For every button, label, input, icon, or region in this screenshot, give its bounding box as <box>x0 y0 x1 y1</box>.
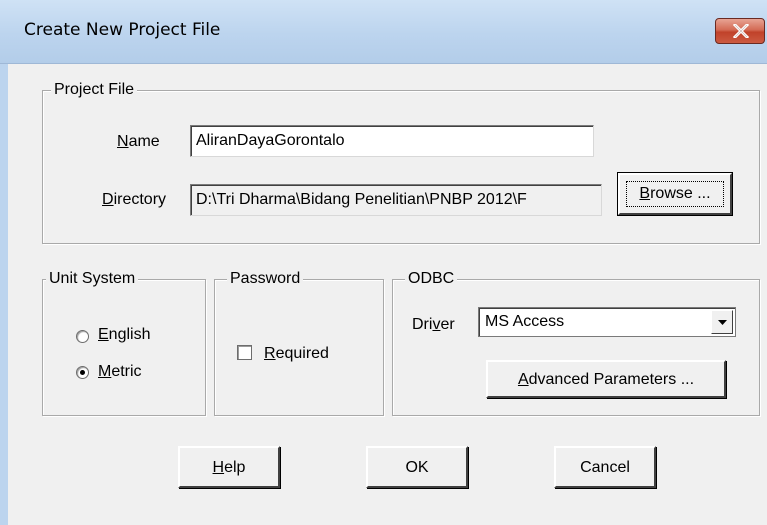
ok-button[interactable]: OK <box>366 446 468 488</box>
name-label: Name <box>117 133 160 150</box>
window-title: Create New Project File <box>24 20 221 40</box>
project-file-legend: Project File <box>51 80 138 100</box>
browse-button[interactable]: Browse ... <box>617 172 733 216</box>
advanced-parameters-button[interactable]: Advanced Parameters ... <box>486 360 726 398</box>
password-legend: Password <box>227 269 304 289</box>
project-file-group: Project File <box>42 80 760 244</box>
radio-selected-dot <box>80 370 85 375</box>
metric-label: Metric <box>98 363 142 380</box>
title-bar: Create New Project File <box>0 0 767 64</box>
dialog-body: Project File Name AliranDayaGorontalo Di… <box>0 64 767 525</box>
chevron-down-icon <box>718 320 727 325</box>
english-label: English <box>98 326 151 343</box>
directory-field: D:\Tri Dharma\Bidang Penelitian\PNBP 201… <box>190 184 602 216</box>
driver-label: Driver <box>412 316 455 333</box>
cancel-button[interactable]: Cancel <box>554 446 656 488</box>
unit-system-group: Unit System <box>42 269 206 416</box>
close-x-icon <box>733 24 749 38</box>
dropdown-arrow-button[interactable] <box>711 310 733 334</box>
directory-label: Directory <box>102 191 167 208</box>
driver-selected-value: MS Access <box>485 313 565 330</box>
name-input[interactable]: AliranDayaGorontalo <box>190 125 594 157</box>
driver-dropdown[interactable]: MS Access <box>478 307 736 337</box>
help-button[interactable]: Help <box>178 446 280 488</box>
required-checkbox[interactable] <box>237 345 252 360</box>
close-button[interactable] <box>715 18 765 44</box>
odbc-legend: ODBC <box>405 269 458 289</box>
english-radio[interactable] <box>76 330 89 343</box>
unit-system-legend: Unit System <box>46 269 139 289</box>
required-label: Required <box>264 345 329 362</box>
metric-radio[interactable] <box>76 366 89 379</box>
